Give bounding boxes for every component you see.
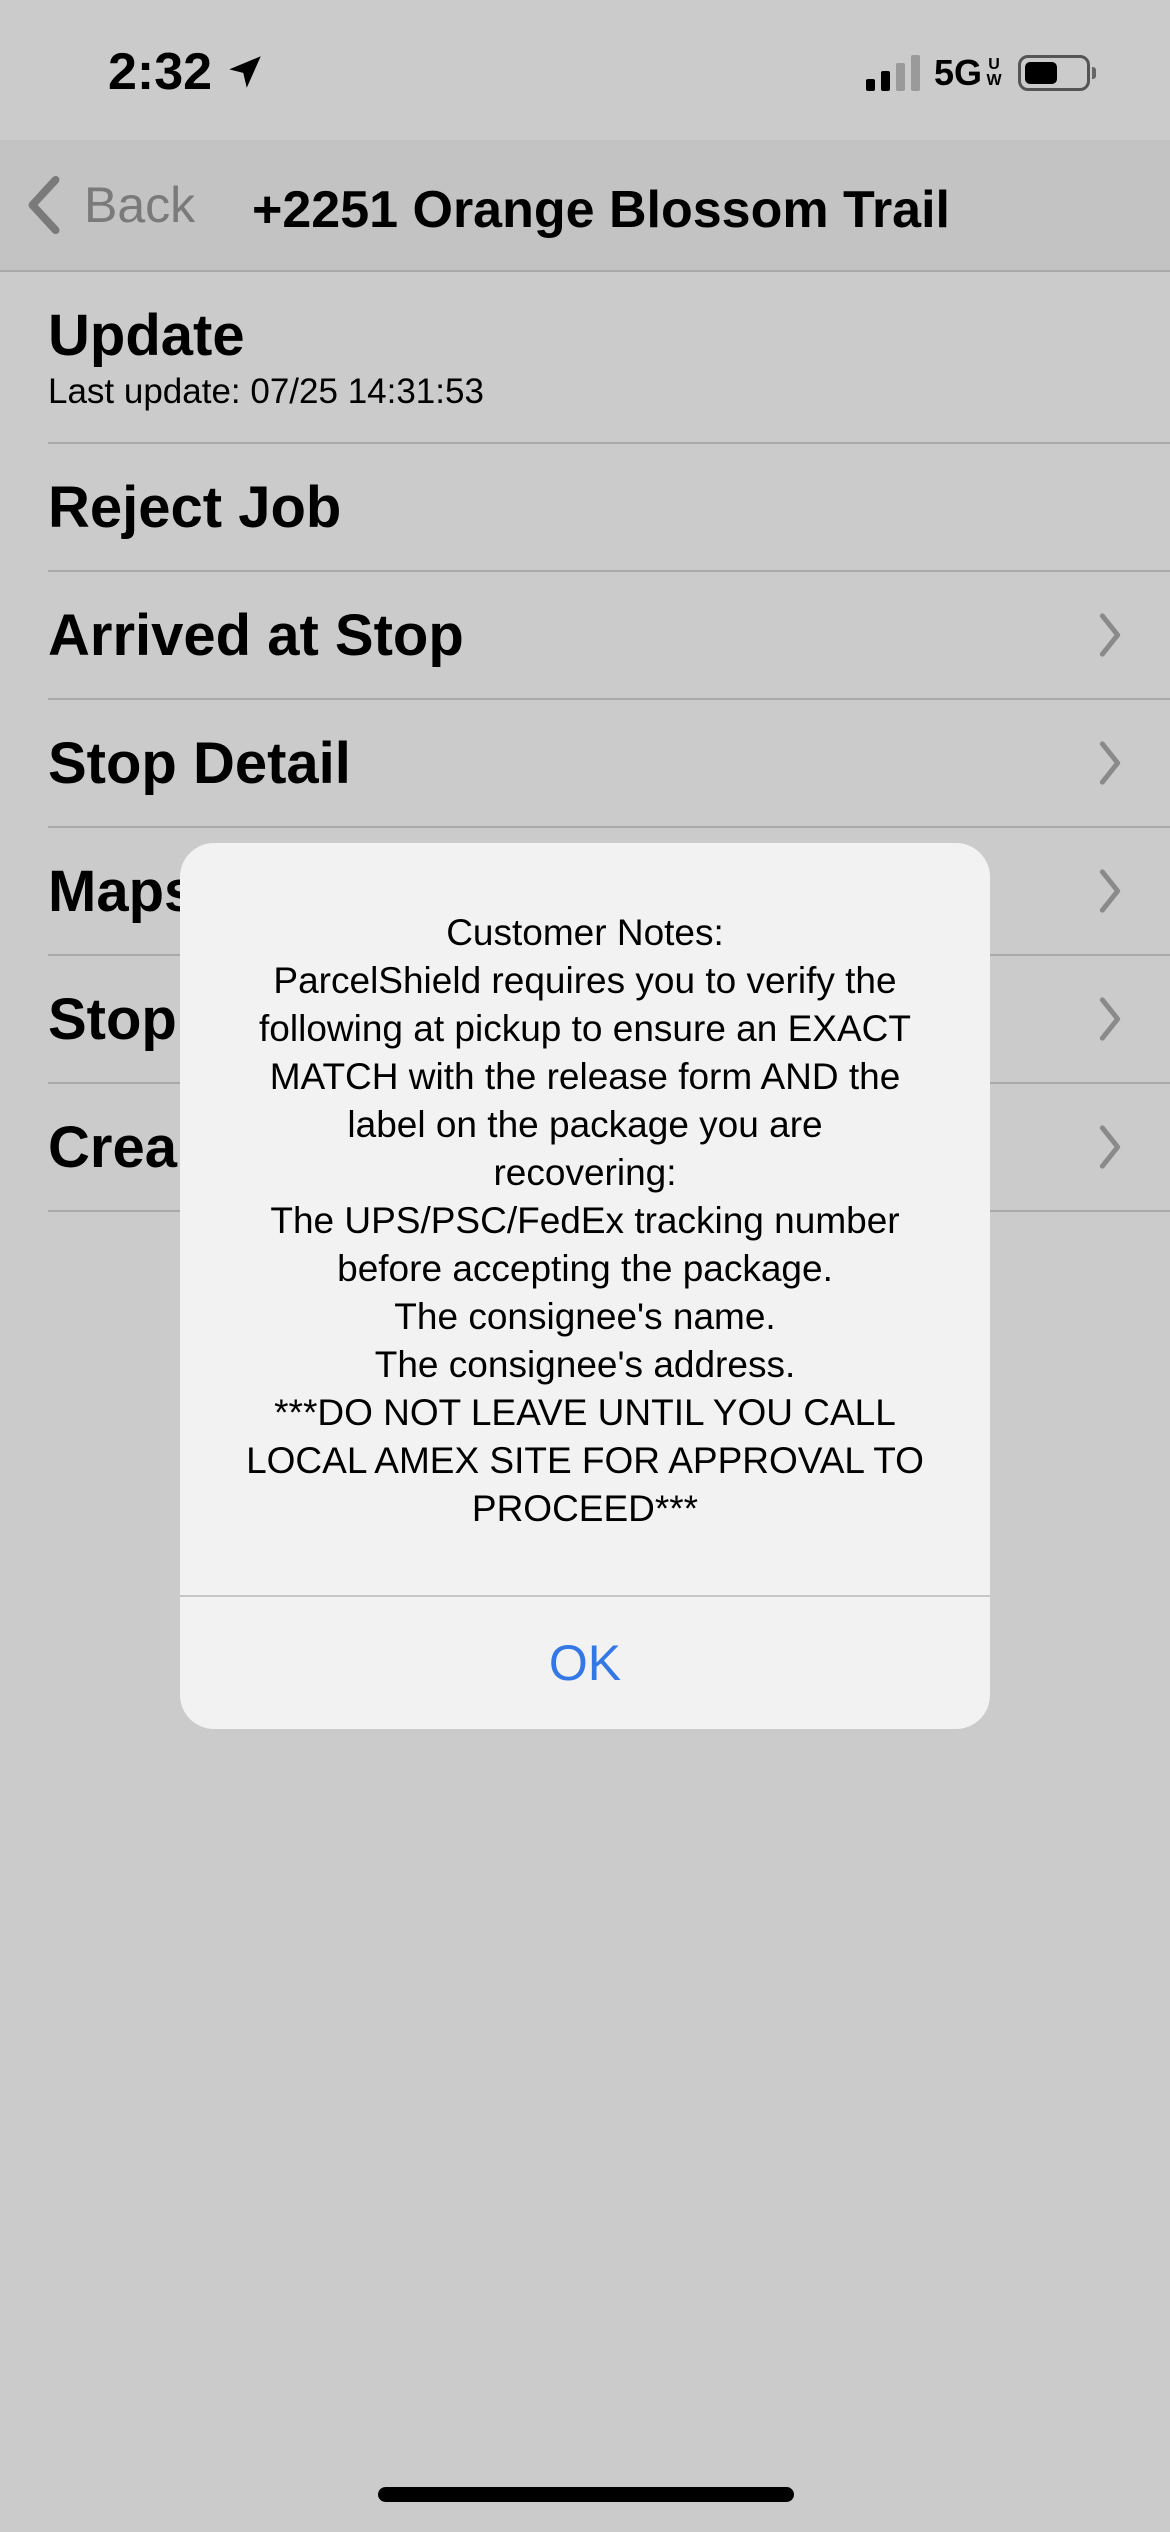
alert-line: label on the package you are bbox=[347, 1104, 823, 1145]
alert-line: MATCH with the release form AND the bbox=[269, 1056, 901, 1097]
status-indicators: 5G U W bbox=[865, 52, 1096, 94]
back-button[interactable]: Back bbox=[24, 174, 195, 236]
network-label: 5G bbox=[933, 52, 982, 93]
list-item-stop-detail[interactable]: Stop Detail bbox=[48, 700, 1170, 828]
alert-line: LOCAL AMEX SITE FOR APPROVAL TO bbox=[246, 1440, 924, 1481]
list-item-reject-job[interactable]: Reject Job bbox=[48, 444, 1170, 572]
navigation-bar: Back +2251 Orange Blossom Trail bbox=[0, 140, 1170, 272]
reject-job-label: Reject Job bbox=[48, 475, 342, 540]
create-label: Crea bbox=[48, 1115, 177, 1180]
alert-line: following at pickup to ensure an EXACT bbox=[259, 1008, 911, 1049]
alert-line: ParcelShield requires you to verify the bbox=[273, 960, 897, 1001]
customer-notes-alert: Customer Notes: ParcelShield requires yo… bbox=[180, 843, 990, 1729]
network-uw-bottom: W bbox=[986, 72, 1002, 89]
home-indicator[interactable] bbox=[378, 2487, 794, 2502]
alert-line: ***DO NOT LEAVE UNTIL YOU CALL bbox=[274, 1392, 896, 1433]
back-label: Back bbox=[84, 177, 196, 233]
network-uw-superscript: U W bbox=[984, 57, 1004, 89]
location-arrow-icon bbox=[229, 56, 261, 88]
chevron-right-icon bbox=[1099, 1125, 1121, 1169]
cellular-signal-icon bbox=[865, 55, 920, 91]
status-time-text: 2:32 bbox=[108, 43, 213, 101]
chevron-right-icon bbox=[1099, 613, 1121, 657]
battery-icon bbox=[1018, 55, 1096, 91]
network-uw-top: U bbox=[988, 56, 1000, 73]
alert-line: The consignee's name. bbox=[394, 1296, 776, 1337]
chevron-right-icon bbox=[1099, 997, 1121, 1041]
alert-line: recovering: bbox=[493, 1152, 677, 1193]
alert-line: Customer Notes: bbox=[446, 912, 724, 953]
list-item-update[interactable]: Update Last update: 07/25 14:31:53 bbox=[48, 272, 1170, 444]
maps-label: Maps bbox=[48, 859, 197, 924]
page-title: +2251 Orange Blossom Trail bbox=[252, 181, 950, 239]
alert-line: The UPS/PSC/FedEx tracking number bbox=[270, 1200, 900, 1241]
chevron-left-icon bbox=[28, 175, 60, 235]
alert-line: The consignee's address. bbox=[374, 1344, 796, 1385]
stop-label: Stop bbox=[48, 987, 177, 1052]
arrived-at-stop-label: Arrived at Stop bbox=[48, 603, 464, 668]
status-bar: 2:32 5G U W bbox=[0, 0, 1170, 140]
alert-line: PROCEED*** bbox=[471, 1488, 699, 1529]
chevron-right-icon bbox=[1099, 869, 1121, 913]
update-title: Update bbox=[48, 303, 245, 368]
last-update-text: Last update: 07/25 14:31:53 bbox=[48, 372, 484, 411]
ok-button[interactable]: OK bbox=[180, 1597, 990, 1729]
alert-line: before accepting the package. bbox=[337, 1248, 833, 1289]
stop-detail-label: Stop Detail bbox=[48, 731, 351, 796]
network-type: 5G U W bbox=[934, 52, 1004, 94]
status-time: 2:32 bbox=[108, 42, 266, 102]
alert-message: Customer Notes: ParcelShield requires yo… bbox=[210, 909, 960, 1533]
chevron-right-icon bbox=[1099, 741, 1121, 785]
list-item-arrived-at-stop[interactable]: Arrived at Stop bbox=[48, 572, 1170, 700]
